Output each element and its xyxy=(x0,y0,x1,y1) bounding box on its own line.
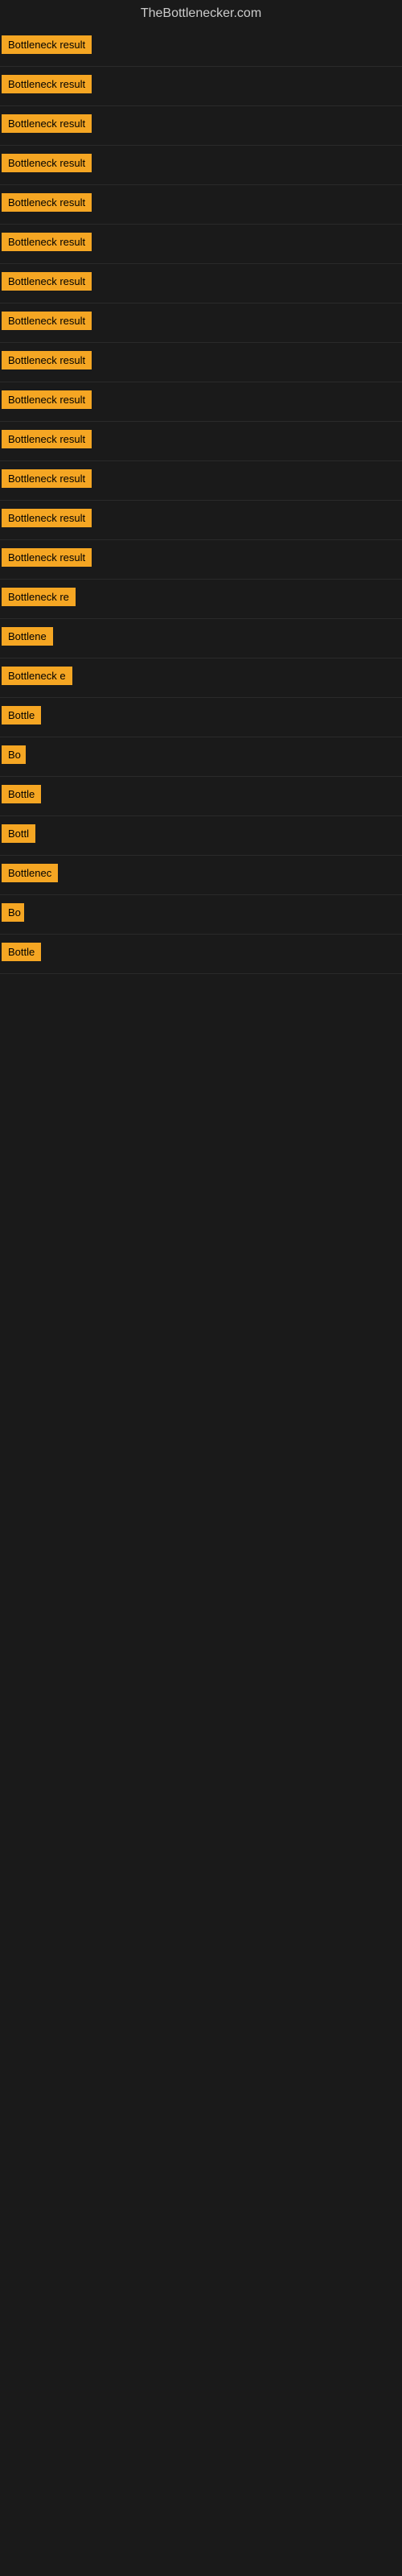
bottleneck-result-badge[interactable]: Bottl xyxy=(2,824,35,843)
site-title-text: TheBottlenecker.com xyxy=(141,6,261,20)
bottleneck-result-badge[interactable]: Bottlenec xyxy=(2,864,58,882)
bottleneck-result-badge[interactable]: Bottleneck result xyxy=(2,548,92,567)
list-item: Bottleneck result xyxy=(0,185,402,225)
list-item: Bo xyxy=(0,737,402,777)
bottleneck-result-badge[interactable]: Bottleneck result xyxy=(2,114,92,133)
list-item: Bottle xyxy=(0,698,402,737)
bottleneck-result-badge[interactable]: Bottleneck re xyxy=(2,588,76,606)
list-item: Bottleneck result xyxy=(0,146,402,185)
bottleneck-result-badge[interactable]: Bottleneck result xyxy=(2,469,92,488)
bottleneck-result-badge[interactable]: Bo xyxy=(2,745,26,764)
bottleneck-result-badge[interactable]: Bottleneck result xyxy=(2,154,92,172)
list-item: Bottleneck result xyxy=(0,343,402,382)
list-item: Bottleneck result xyxy=(0,27,402,67)
bottleneck-result-badge[interactable]: Bottlene xyxy=(2,627,53,646)
bottleneck-result-badge[interactable]: Bottleneck result xyxy=(2,272,92,291)
list-item: Bottleneck e xyxy=(0,658,402,698)
bottleneck-result-badge[interactable]: Bo xyxy=(2,903,24,922)
list-item: Bottleneck result xyxy=(0,382,402,422)
bottleneck-result-badge[interactable]: Bottleneck result xyxy=(2,75,92,93)
site-title: TheBottlenecker.com xyxy=(0,0,402,27)
rows-container: Bottleneck result Bottleneck result Bottle… xyxy=(0,27,402,974)
list-item: Bottlenec xyxy=(0,856,402,895)
list-item: Bottle xyxy=(0,777,402,816)
list-item: Bottleneck result xyxy=(0,501,402,540)
list-item: Bottleneck result xyxy=(0,422,402,461)
bottleneck-result-badge[interactable]: Bottleneck result xyxy=(2,390,92,409)
bottleneck-result-badge[interactable]: Bottle xyxy=(2,785,41,803)
bottleneck-result-badge[interactable]: Bottleneck result xyxy=(2,35,92,54)
bottleneck-result-badge[interactable]: Bottleneck result xyxy=(2,509,92,527)
list-item: Bo xyxy=(0,895,402,935)
list-item: Bottleneck result xyxy=(0,67,402,106)
bottleneck-result-badge[interactable]: Bottleneck result xyxy=(2,193,92,212)
list-item: Bottle xyxy=(0,935,402,974)
bottleneck-result-badge[interactable]: Bottleneck result xyxy=(2,351,92,369)
bottleneck-result-badge[interactable]: Bottle xyxy=(2,706,41,724)
list-item: Bottleneck result xyxy=(0,303,402,343)
bottleneck-result-badge[interactable]: Bottleneck result xyxy=(2,312,92,330)
list-item: Bottlene xyxy=(0,619,402,658)
list-item: Bottleneck result xyxy=(0,106,402,146)
list-item: Bottl xyxy=(0,816,402,856)
bottleneck-result-badge[interactable]: Bottleneck result xyxy=(2,233,92,251)
list-item: Bottleneck re xyxy=(0,580,402,619)
list-item: Bottleneck result xyxy=(0,461,402,501)
list-item: Bottleneck result xyxy=(0,264,402,303)
list-item: Bottleneck result xyxy=(0,225,402,264)
bottleneck-result-badge[interactable]: Bottle xyxy=(2,943,41,961)
bottleneck-result-badge[interactable]: Bottleneck e xyxy=(2,667,72,685)
bottleneck-result-badge[interactable]: Bottleneck result xyxy=(2,430,92,448)
list-item: Bottleneck result xyxy=(0,540,402,580)
